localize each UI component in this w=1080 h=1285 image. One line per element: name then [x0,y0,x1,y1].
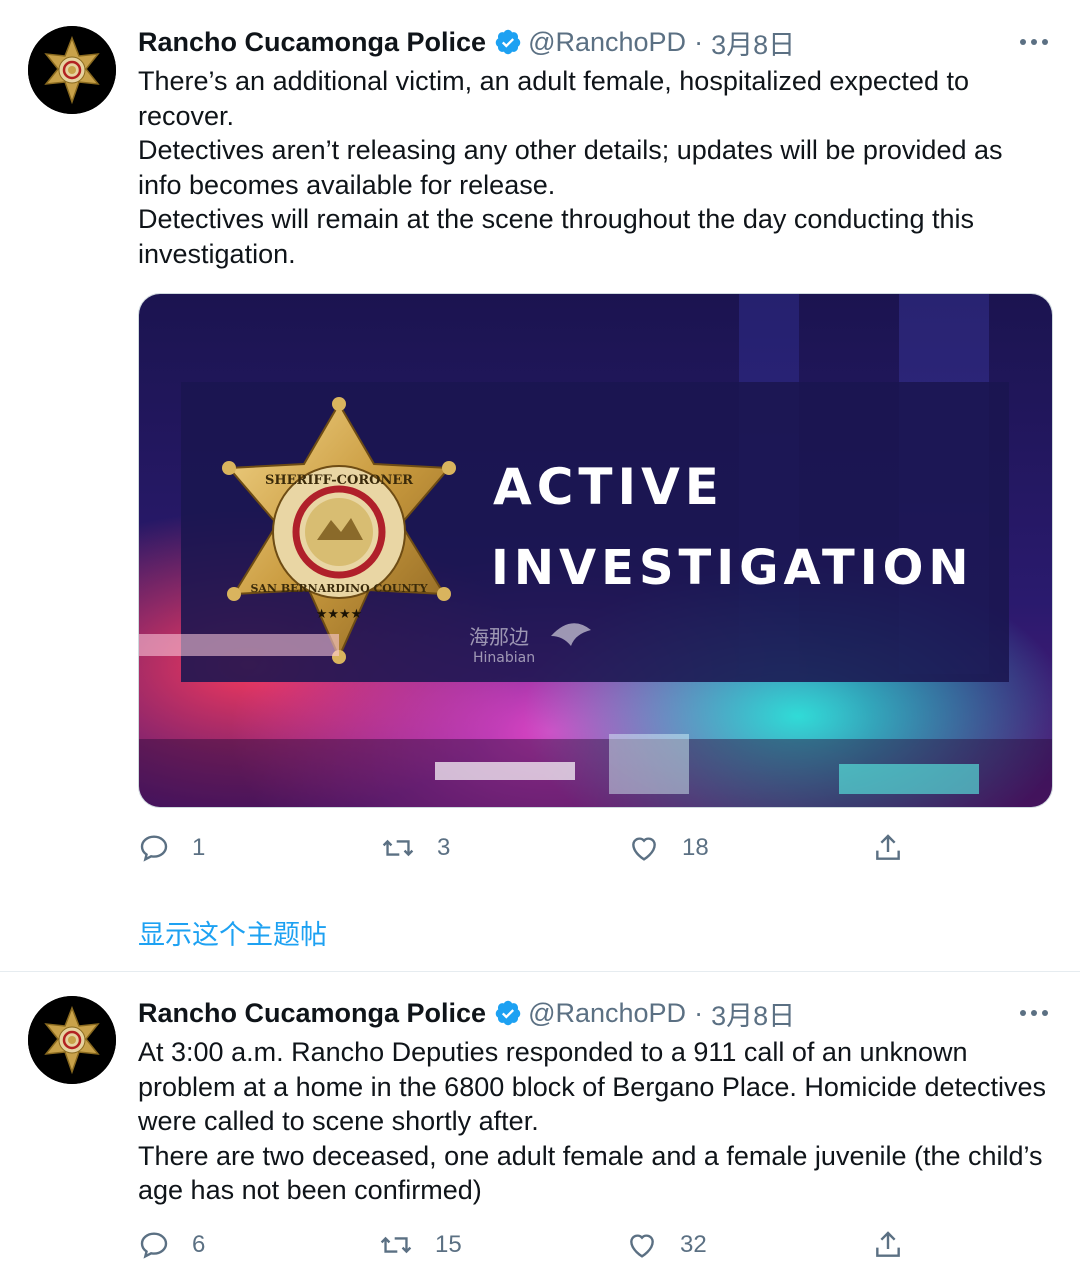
heart-icon [632,837,656,861]
tweet-text-line: At 3:00 a.m. Rancho Deputies responded t… [138,1037,1047,1136]
verified-badge-icon [494,28,522,56]
author-handle[interactable]: @RanchoPD [528,998,686,1029]
tweet[interactable]: Rancho Cucamonga Police @RanchoPD · 3月8日… [0,972,1080,1285]
author-name[interactable]: Rancho Cucamonga Police [138,998,486,1029]
reply-icon [140,835,168,862]
tweet[interactable]: Rancho Cucamonga Police @RanchoPD · 3月8日… [0,0,1080,972]
retweet-count: 3 [437,834,451,861]
retweet-icon [382,839,414,857]
share-button[interactable] [872,828,904,868]
like-button[interactable]: 32 [626,1225,707,1265]
sheriff-star-icon [28,996,116,1084]
retweet-icon [380,1236,412,1254]
reply-count: 6 [192,1231,206,1258]
reply-button[interactable]: 6 [138,1225,205,1265]
author-avatar[interactable] [28,26,116,114]
more-options-icon[interactable] [1016,24,1052,60]
header-separator: · [694,997,704,1028]
media-headline-1: ACTIVE [493,458,724,516]
header-separator: · [694,26,704,57]
tweet-media-image[interactable]: SHERIFF-CORONER SAN BERNARDINO COUNTY ★★… [138,293,1053,808]
tweet-text-line: Detectives will remain at the scene thro… [138,204,974,269]
tweet-text-line: There are two deceased, one adult female… [138,1140,1043,1206]
author-avatar[interactable] [28,996,116,1084]
badge-bottom-text: SAN BERNARDINO COUNTY [250,582,427,595]
tweet-text-line: Detectives aren’t releasing any other de… [138,135,1003,200]
share-icon [876,834,900,860]
tweet-text: There’s an additional victim, an adult f… [138,64,1048,271]
tweet-actions: 1 3 18 [138,828,918,868]
tweet-text: At 3:00 a.m. Rancho Deputies responded t… [138,1035,1048,1208]
verified-badge-icon [494,999,522,1027]
share-button[interactable] [872,1225,904,1265]
share-icon [876,1231,900,1257]
watermark-cn: 海那边 [469,625,529,649]
watermark-en: Hinabian [473,650,535,666]
like-count: 32 [680,1231,707,1258]
retweet-button[interactable]: 15 [379,1225,462,1265]
author-handle[interactable]: @RanchoPD [528,27,686,58]
retweet-count: 15 [435,1231,462,1258]
reply-icon [140,1232,168,1259]
tweet-text-line: There’s an additional victim, an adult f… [138,66,969,131]
tweet-header: Rancho Cucamonga Police @RanchoPD · 3月8日 [138,995,795,1031]
show-thread-link[interactable]: 显示这个主题帖 [138,913,327,952]
reply-button[interactable]: 1 [138,828,205,868]
like-count: 18 [682,834,709,861]
tweet-timestamp[interactable]: 3月8日 [711,994,795,1033]
heart-icon [630,1234,654,1258]
tweet-timestamp[interactable]: 3月8日 [711,23,795,62]
badge-stars: ★★★★ [316,607,363,622]
more-options-icon[interactable] [1016,995,1052,1031]
tweet-actions: 6 15 32 [138,1225,918,1265]
reply-count: 1 [192,834,206,861]
media-headline-2: INVESTIGATION [491,540,974,596]
sheriff-star-icon [28,26,116,114]
author-name[interactable]: Rancho Cucamonga Police [138,27,486,58]
retweet-button[interactable]: 3 [381,828,450,868]
like-button[interactable]: 18 [628,828,709,868]
tweet-header: Rancho Cucamonga Police @RanchoPD · 3月8日 [138,24,795,60]
badge-top-text: SHERIFF-CORONER [265,473,413,488]
